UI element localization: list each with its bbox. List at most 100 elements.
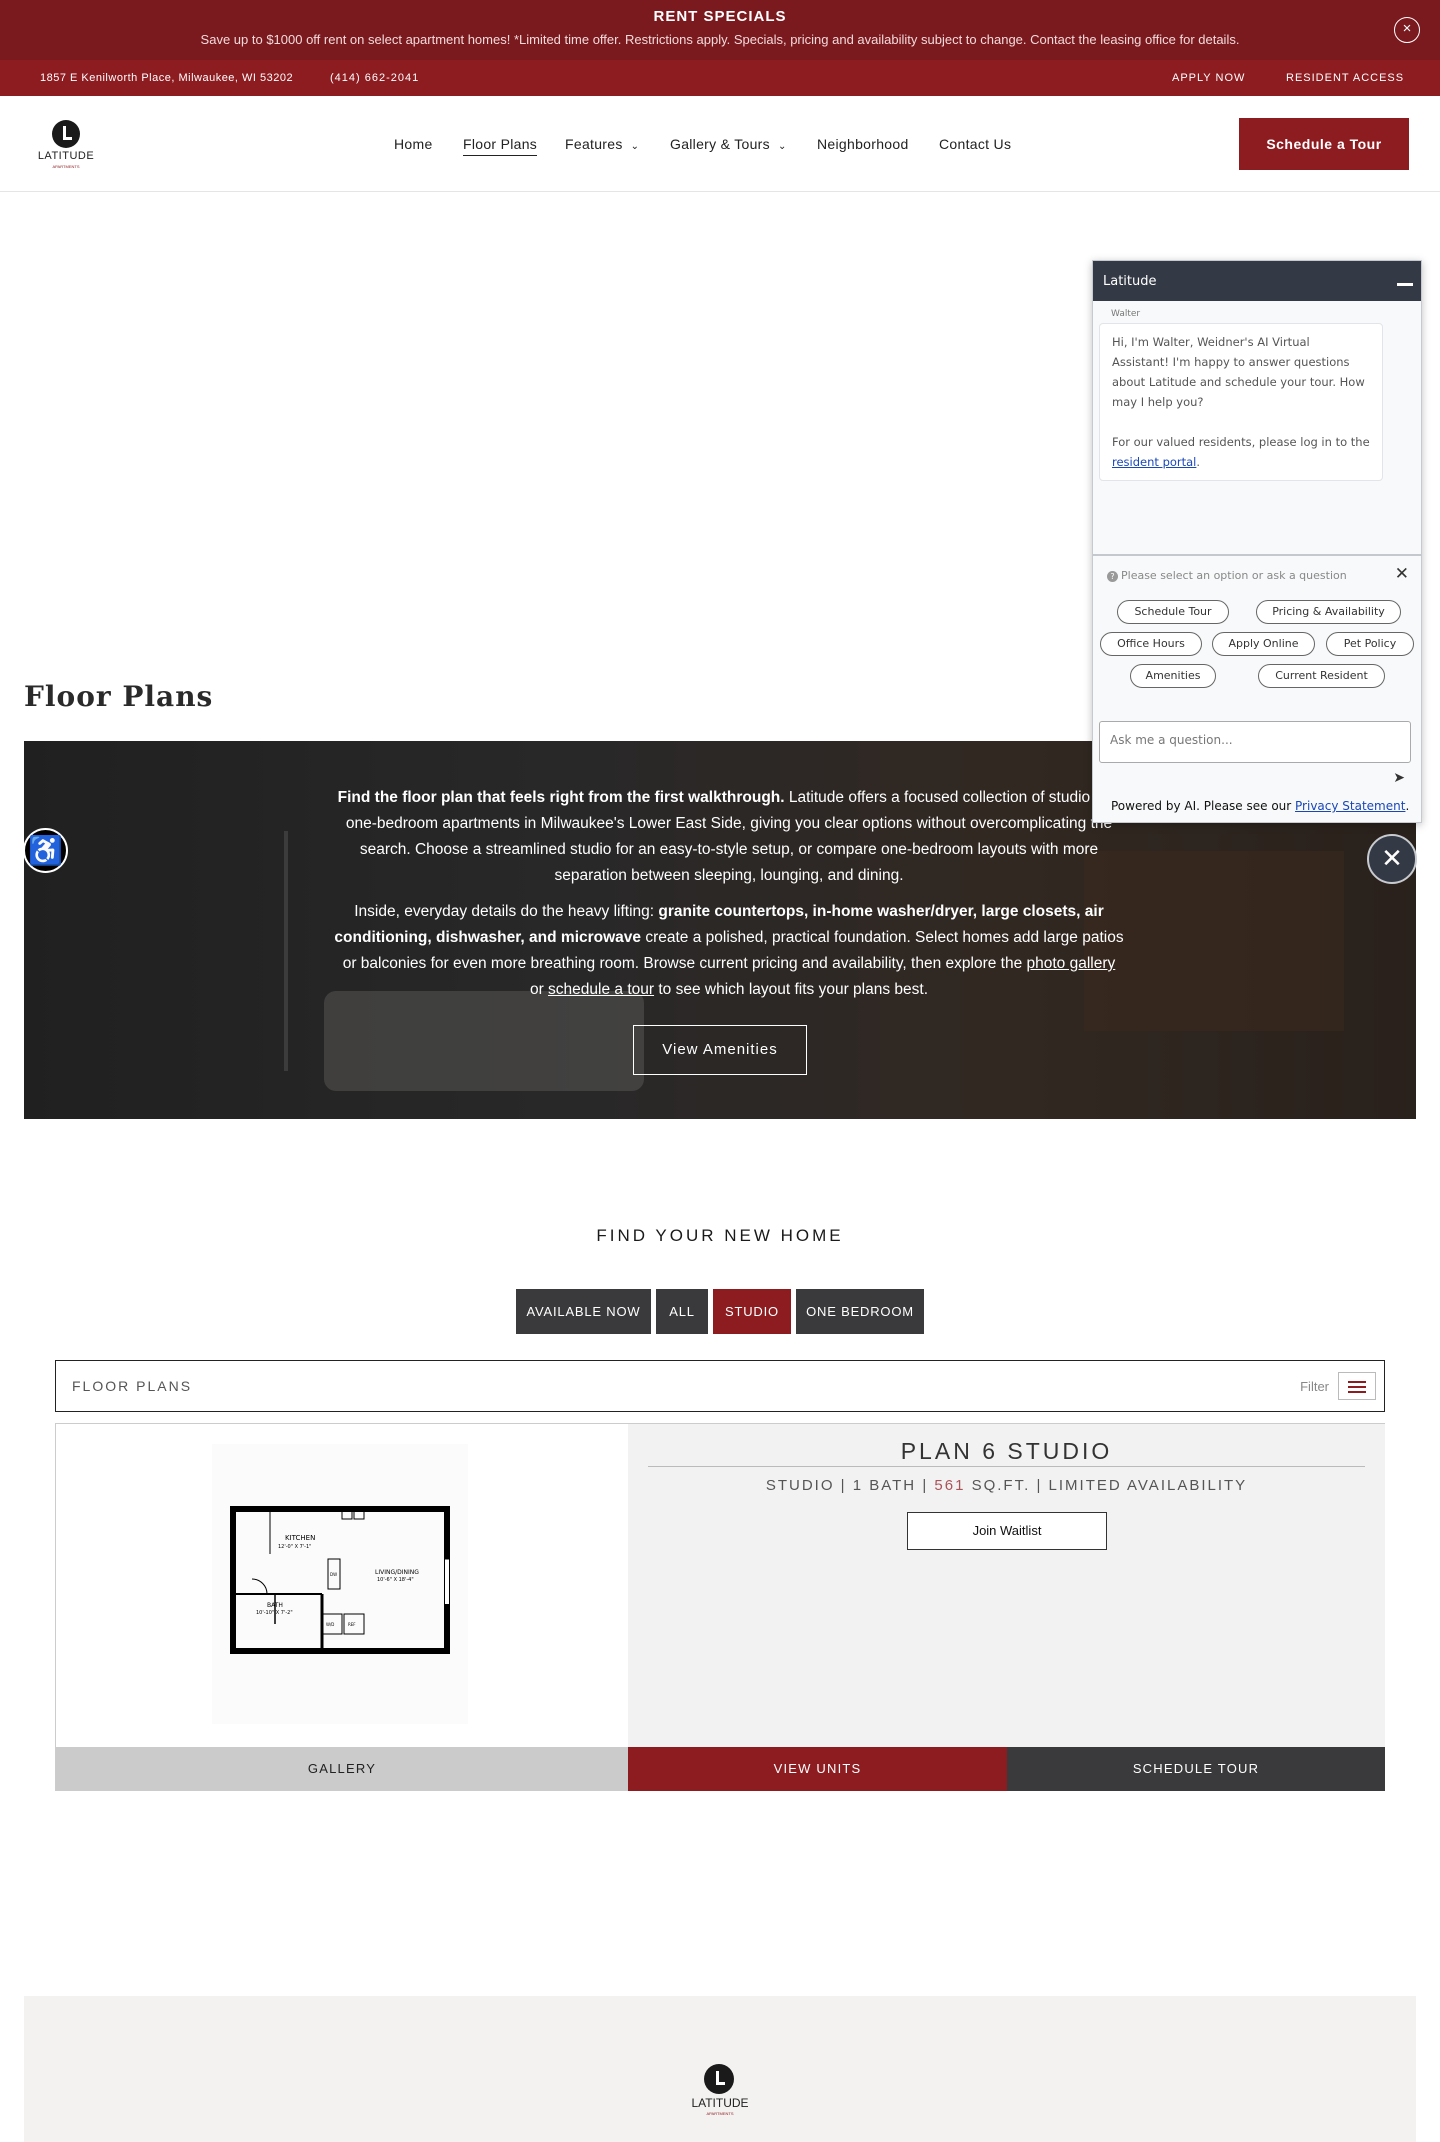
nav-gallery-label: Gallery & Tours	[670, 136, 770, 152]
chat-footer: Powered by AI. Please see our Privacy St…	[1111, 799, 1409, 813]
chip-office-hours[interactable]: Office Hours	[1100, 632, 1202, 656]
gallery-button[interactable]: GALLERY	[56, 1747, 628, 1791]
nav-home[interactable]: Home	[394, 136, 433, 152]
chat-message-2-end: .	[1196, 455, 1201, 469]
chat-prompt-text: Please select an option or ask a questio…	[1121, 569, 1347, 582]
site-header: LATITUDE APARTMENTS Home Floor Plans Fea…	[0, 96, 1440, 192]
room-bath-dim: 10'-10" X 7'-2"	[256, 1610, 293, 1616]
chat-message: Hi, I'm Walter, Weidner's AI Virtual Ass…	[1099, 323, 1383, 481]
plan-sqft: 561	[934, 1477, 966, 1494]
room-bath: BATH	[267, 1602, 283, 1609]
hero-p2-c: or	[529, 981, 549, 998]
chat-message-1: Hi, I'm Walter, Weidner's AI Virtual Ass…	[1112, 335, 1365, 409]
room-dw: DW	[330, 1572, 337, 1577]
plan-availability: LIMITED AVAILABILITY	[1048, 1477, 1248, 1494]
chat-input[interactable]: Ask me a question...	[1099, 721, 1411, 763]
chat-header: Latitude	[1093, 261, 1421, 301]
chat-prompt: ? Please select an option or ask a questi…	[1107, 569, 1347, 582]
plan-type: STUDIO	[765, 1477, 835, 1494]
send-icon[interactable]: ➤	[1393, 770, 1405, 786]
chat-footer-text: Powered by AI. Please see our	[1111, 799, 1296, 813]
photo-gallery-link[interactable]: photo gallery	[1027, 955, 1116, 972]
view-amenities-button[interactable]: View Amenities	[633, 1025, 807, 1075]
schedule-tour-button[interactable]: Schedule a Tour	[1239, 118, 1409, 170]
plan-divider	[648, 1466, 1365, 1467]
resident-portal-link[interactable]: resident portal	[1112, 455, 1196, 469]
filter-menu-icon[interactable]	[1338, 1372, 1376, 1400]
schedule-tour-card-button[interactable]: SCHEDULE TOUR	[1007, 1747, 1385, 1791]
floor-plan-info: PLAN 6 STUDIO STUDIO | 1 BATH | 561 SQ.F…	[628, 1424, 1385, 1747]
plan-sep: |	[1036, 1477, 1043, 1494]
join-waitlist-button[interactable]: Join Waitlist	[907, 1512, 1107, 1550]
schedule-tour-link[interactable]: schedule a tour	[548, 981, 654, 998]
chip-amenities[interactable]: Amenities	[1130, 664, 1216, 688]
resident-access-link[interactable]: RESIDENT ACCESS	[1286, 72, 1404, 84]
chat-widget: Latitude Walter Hi, I'm Walter, Weidner'…	[1092, 260, 1422, 823]
chat-message-2-text: For our valued residents, please log in …	[1112, 435, 1370, 449]
promo-banner: RENT SPECIALS Save up to $1000 off rent …	[0, 0, 1440, 60]
promo-title: RENT SPECIALS	[653, 8, 787, 25]
filter-all[interactable]: ALL	[656, 1289, 708, 1334]
hero-lead: Find the floor plan that feels right fro…	[337, 789, 785, 806]
help-icon: ?	[1107, 571, 1118, 582]
promo-text: Save up to $1000 off rent on select apar…	[200, 32, 1240, 47]
filter-one-bedroom[interactable]: ONE BEDROOM	[796, 1289, 924, 1334]
chip-schedule-tour[interactable]: Schedule Tour	[1117, 600, 1229, 624]
accessibility-icon[interactable]: ♿	[23, 828, 68, 873]
room-ref: REF	[348, 1622, 356, 1627]
plan-sep: |	[922, 1477, 929, 1494]
nav-gallery-tours[interactable]: Gallery & Tours ⌄	[670, 136, 787, 152]
room-wd: W/D	[326, 1622, 334, 1627]
logo-mark-icon	[52, 120, 80, 148]
chip-pet-policy[interactable]: Pet Policy	[1326, 632, 1414, 656]
address-link[interactable]: 1857 E Kenilworth Place, Milwaukee, WI 5…	[40, 72, 293, 84]
logo-mark-icon	[704, 2064, 734, 2094]
plan-sqft-unit: SQ.FT.	[971, 1477, 1031, 1494]
nav-features-label: Features	[565, 136, 623, 152]
chat-footer-end: .	[1405, 799, 1410, 813]
hero-paragraph-2: Inside, everyday details do the heavy li…	[334, 899, 1124, 1003]
nav-floor-plans[interactable]: Floor Plans	[463, 136, 538, 156]
room-kitchen-dim: 12'-0" X 7'-1"	[278, 1544, 311, 1550]
hero-p2-a: Inside, everyday details do the heavy li…	[354, 903, 659, 920]
chevron-down-icon: ⌄	[777, 141, 787, 152]
floor-plan-svg: KITCHEN 12'-0" X 7'-1" LIVING/DINING 10'…	[230, 1506, 450, 1654]
chip-apply-online[interactable]: Apply Online	[1212, 632, 1315, 656]
chip-current-resident[interactable]: Current Resident	[1258, 664, 1385, 688]
filter-label: Filter	[1300, 1379, 1329, 1394]
footer-logo[interactable]: LATITUDE APARTMENTS	[684, 2064, 756, 2118]
chat-agent-name: Walter	[1111, 309, 1141, 319]
floor-plan-card: KITCHEN 12'-0" X 7'-1" LIVING/DINING 10'…	[55, 1423, 1385, 1791]
phone-link[interactable]: (414) 662-2041	[330, 72, 419, 84]
minimize-icon[interactable]	[1397, 283, 1413, 286]
hero-paragraph-1: Find the floor plan that feels right fro…	[334, 785, 1124, 889]
filter-available-now[interactable]: AVAILABLE NOW	[516, 1289, 651, 1334]
close-options-icon[interactable]: ✕	[1395, 564, 1409, 584]
privacy-statement-link[interactable]: Privacy Statement	[1295, 799, 1405, 813]
chip-pricing[interactable]: Pricing & Availability	[1256, 600, 1401, 624]
plan-name: PLAN 6 STUDIO	[900, 1438, 1113, 1464]
close-icon[interactable]: ×	[1394, 17, 1420, 43]
floor-plan-drawing: KITCHEN 12'-0" X 7'-1" LIVING/DINING 10'…	[212, 1444, 468, 1724]
utility-bar: 1857 E Kenilworth Place, Milwaukee, WI 5…	[0, 60, 1440, 96]
logo-word: LATITUDE	[37, 150, 95, 162]
plan-bath: 1 BATH	[852, 1477, 917, 1494]
chevron-down-icon: ⌄	[630, 141, 640, 152]
apply-now-link[interactable]: APPLY NOW	[1172, 72, 1245, 84]
site-logo[interactable]: LATITUDE APARTMENTS	[34, 120, 98, 170]
hero-text: Find the floor plan that feels right fro…	[334, 785, 1124, 1013]
nav-neighborhood[interactable]: Neighborhood	[817, 136, 909, 152]
filter-studio[interactable]: STUDIO	[713, 1289, 791, 1334]
floor-plans-bar: FLOOR PLANS Filter	[55, 1360, 1385, 1412]
hero-p2-d: to see which layout fits your plans best…	[654, 981, 929, 998]
nav-contact[interactable]: Contact Us	[939, 136, 1011, 152]
nav-features[interactable]: Features ⌄	[565, 136, 639, 152]
find-home-title: FIND YOUR NEW HOME	[596, 1226, 844, 1245]
logo-sub: APARTMENTS	[52, 164, 80, 169]
plan-sep: |	[840, 1477, 847, 1494]
room-living-dim: 10'-6" X 18'-4"	[377, 1577, 414, 1583]
room-living: LIVING/DINING	[375, 1569, 419, 1576]
chat-close-icon[interactable]: ✕	[1367, 834, 1417, 884]
view-units-button[interactable]: VIEW UNITS	[628, 1747, 1007, 1791]
floor-plan-image[interactable]: KITCHEN 12'-0" X 7'-1" LIVING/DINING 10'…	[56, 1424, 628, 1747]
